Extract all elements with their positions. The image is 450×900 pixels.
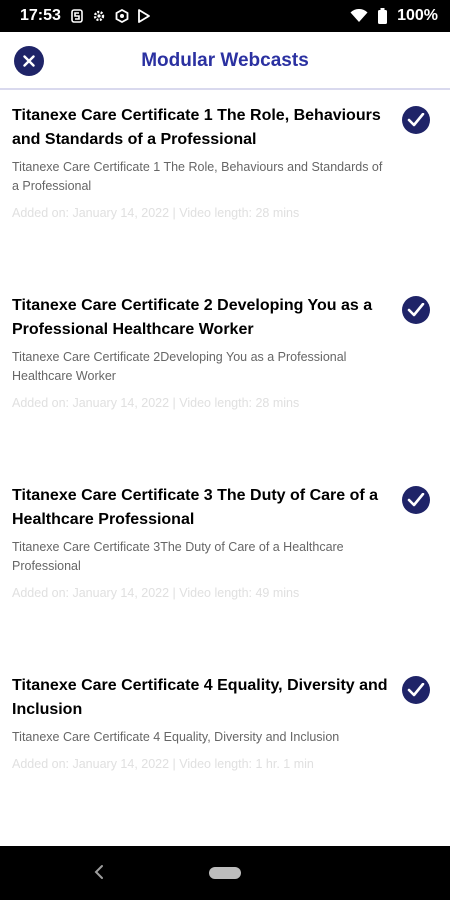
webcast-description: Titanexe Care Certificate 1 The Role, Be… bbox=[12, 160, 383, 193]
system-nav-bar bbox=[0, 846, 450, 900]
webcast-title: Titanexe Care Certificate 4 Equality, Di… bbox=[12, 677, 388, 718]
webcast-title: Titanexe Care Certificate 3 The Duty of … bbox=[12, 487, 379, 528]
completed-check-button[interactable] bbox=[402, 296, 430, 324]
status-bar: 17:53 100% bbox=[0, 0, 450, 32]
webcast-item[interactable]: Titanexe Care Certificate 4 Equality, Di… bbox=[0, 660, 450, 850]
battery-percent: 100% bbox=[397, 7, 438, 24]
webcast-title: Titanexe Care Certificate 1 The Role, Be… bbox=[12, 107, 381, 148]
webcast-meta: Added on: January 14, 2022 | Video lengt… bbox=[12, 757, 314, 771]
check-icon bbox=[407, 113, 425, 127]
webcast-meta: Added on: January 14, 2022 | Video lengt… bbox=[12, 586, 300, 600]
webcast-list: Titanexe Care Certificate 1 The Role, Be… bbox=[0, 90, 450, 850]
status-time: 17:53 bbox=[20, 7, 61, 24]
completed-check-button[interactable] bbox=[402, 676, 430, 704]
wifi-icon bbox=[350, 9, 368, 22]
webcast-meta: Added on: January 14, 2022 | Video lengt… bbox=[12, 396, 300, 410]
webcast-item[interactable]: Titanexe Care Certificate 1 The Role, Be… bbox=[0, 90, 450, 280]
battery-icon bbox=[378, 8, 388, 24]
status-bar-left: 17:53 bbox=[20, 7, 150, 25]
page-title: Modular Webcasts bbox=[141, 50, 309, 71]
webcast-description: Titanexe Care Certificate 4 Equality, Di… bbox=[12, 730, 340, 744]
check-icon bbox=[407, 493, 425, 507]
webcast-meta: Added on: January 14, 2022 | Video lengt… bbox=[12, 206, 300, 220]
webcast-description: Titanexe Care Certificate 2Developing Yo… bbox=[12, 350, 347, 383]
completed-check-button[interactable] bbox=[402, 106, 430, 134]
status-bar-right: 100% bbox=[350, 7, 438, 25]
nav-home-pill[interactable] bbox=[209, 867, 241, 879]
back-chevron-icon bbox=[94, 865, 103, 879]
signal-s-icon bbox=[71, 9, 83, 23]
app-header: Modular Webcasts bbox=[0, 32, 450, 90]
nav-back-button[interactable] bbox=[92, 864, 106, 885]
check-icon bbox=[407, 683, 425, 697]
check-icon bbox=[407, 303, 425, 317]
completed-check-button[interactable] bbox=[402, 486, 430, 514]
snapshot-icon bbox=[115, 9, 129, 23]
settings-gear-icon bbox=[93, 10, 105, 22]
webcast-description: Titanexe Care Certificate 3The Duty of C… bbox=[12, 540, 344, 573]
webcast-item[interactable]: Titanexe Care Certificate 2 Developing Y… bbox=[0, 280, 450, 470]
webcast-item[interactable]: Titanexe Care Certificate 3 The Duty of … bbox=[0, 470, 450, 660]
webcast-title: Titanexe Care Certificate 2 Developing Y… bbox=[12, 297, 373, 338]
play-store-icon bbox=[138, 9, 150, 23]
